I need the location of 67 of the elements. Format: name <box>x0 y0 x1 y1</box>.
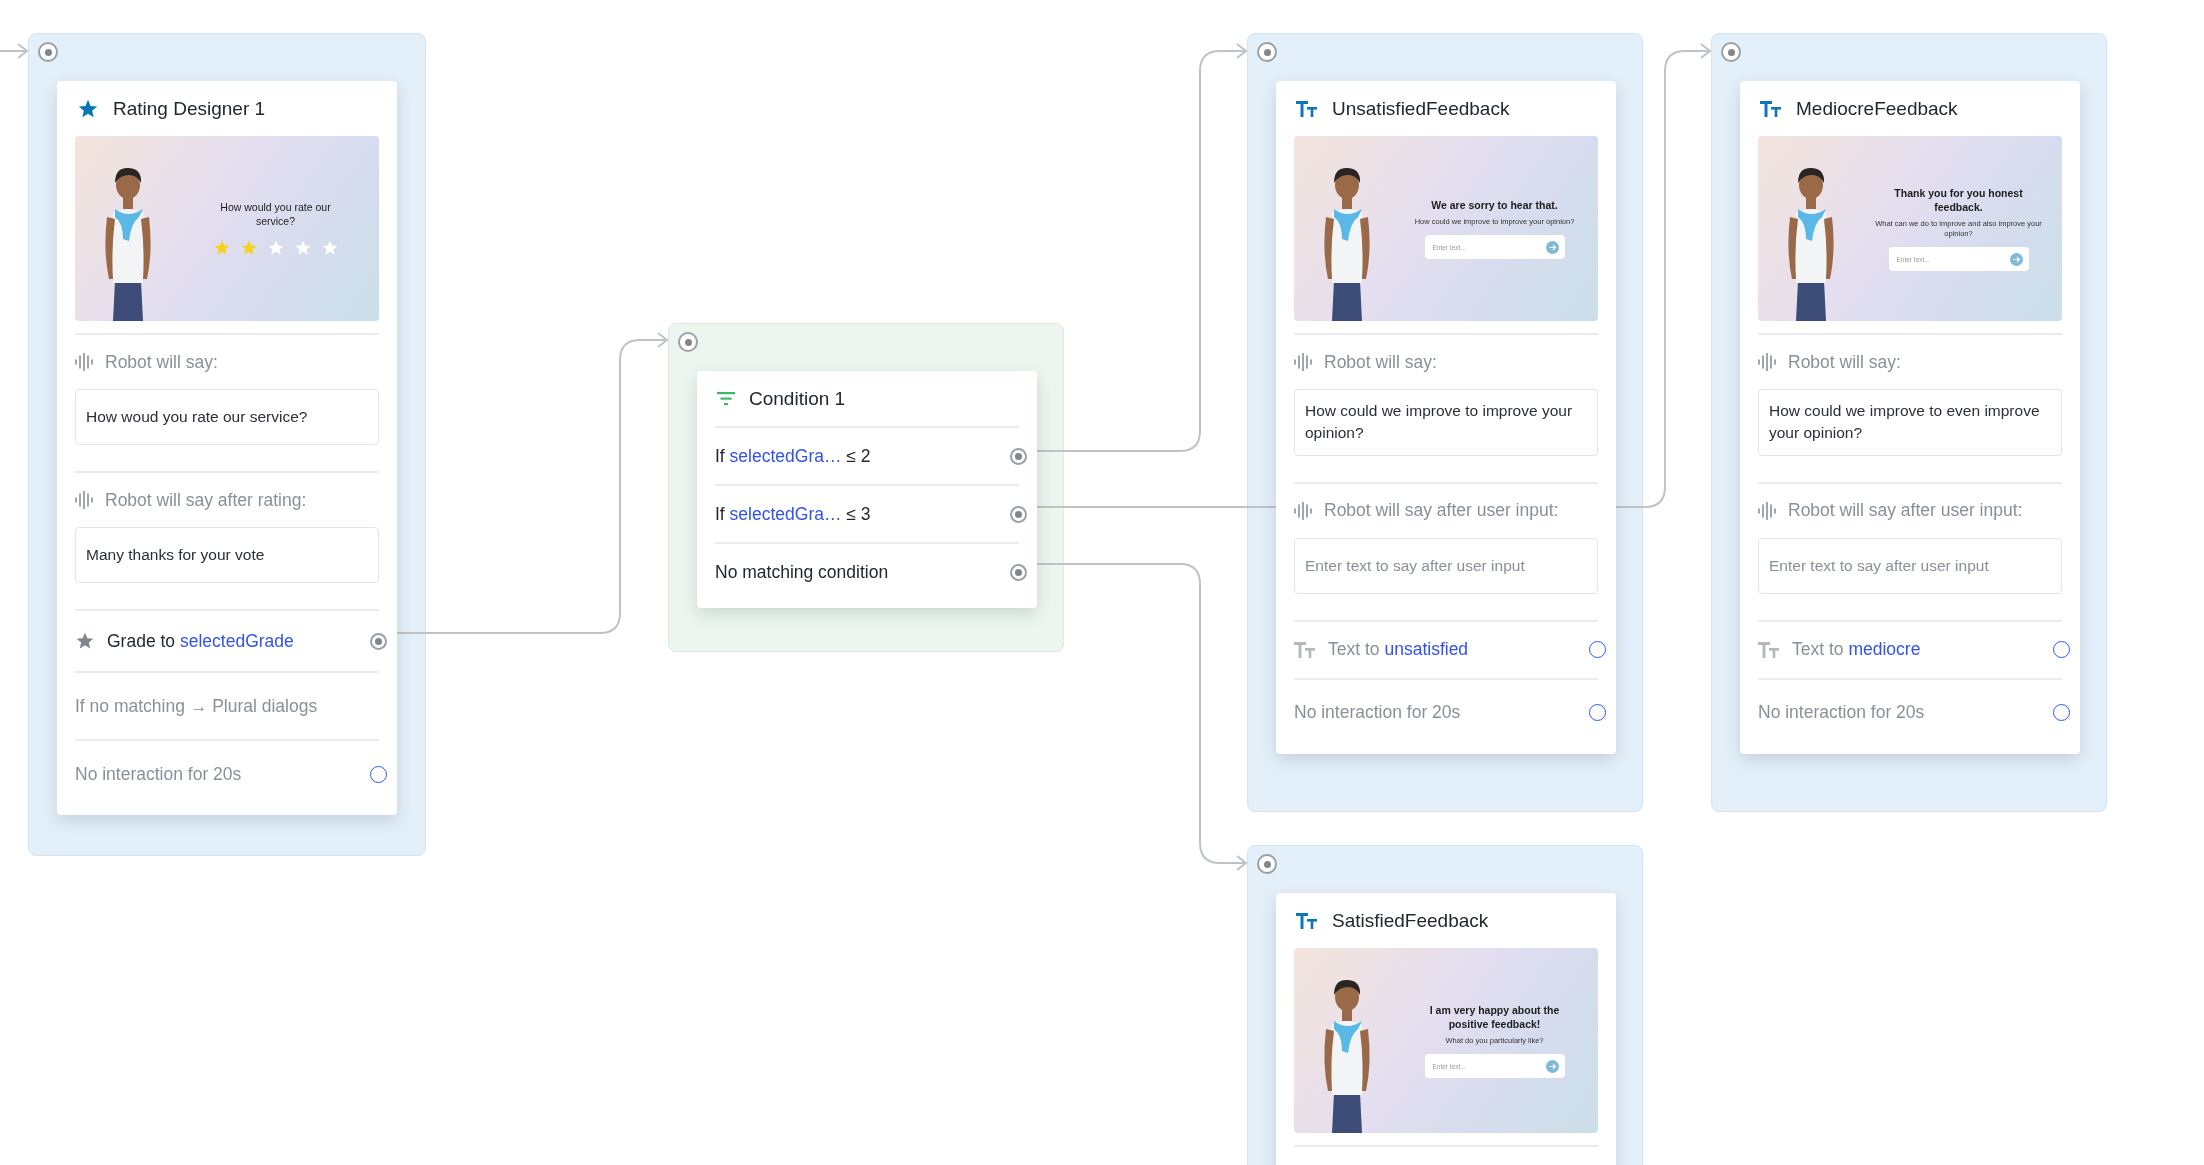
node-title: SatisfiedFeedback <box>1332 909 1489 932</box>
node-title: Rating Designer 1 <box>113 97 266 120</box>
text-target-label: Text to mediocre <box>1792 639 1922 661</box>
connection-port[interactable] <box>1589 704 1606 722</box>
text-field[interactable]: How could we improve to even improve your opinion? <box>1758 389 2062 456</box>
fallback-note: If no matching → Plural dialogs <box>75 695 319 717</box>
star-icon <box>293 239 312 258</box>
star-icon <box>239 239 258 258</box>
preview-heading: Thank you for you honest feedback. <box>1893 185 2024 215</box>
text-target-label: Text to unsatisfied <box>1328 639 1470 661</box>
text-field[interactable]: Enter text to say after user input <box>1758 537 2062 594</box>
text-size-icon <box>1296 911 1318 930</box>
input-port[interactable] <box>1257 854 1277 874</box>
text-field[interactable]: How woud you rate our service? <box>75 389 379 445</box>
filter-icon <box>717 391 735 406</box>
sound-wave-icon <box>75 353 93 371</box>
text-size-icon <box>1296 99 1318 118</box>
connection-port[interactable] <box>1010 563 1027 581</box>
send-icon <box>2009 252 2023 266</box>
input-port[interactable] <box>678 332 698 352</box>
sound-wave-icon <box>1758 501 1776 520</box>
timeout-label: No interaction for 20s <box>75 763 243 785</box>
connection-port[interactable] <box>1010 447 1027 465</box>
sound-wave-icon <box>1294 353 1312 371</box>
section-label: Robot will say: <box>1324 351 1437 373</box>
text-field[interactable]: How could we improve to improve your opinion? <box>1294 389 1598 456</box>
send-icon <box>1545 240 1559 254</box>
text-size-icon <box>1294 640 1316 659</box>
connector-arrow <box>0 43 29 59</box>
text-field[interactable]: Enter text to say after user input <box>1294 537 1598 594</box>
section-label: Robot will say: <box>105 351 218 373</box>
connection-port[interactable] <box>2053 704 2070 722</box>
node-title: UnsatisfiedFeedback <box>1332 97 1510 120</box>
section-label: Robot will say after user input: <box>1788 500 2023 522</box>
timeout-label: No interaction for 20s <box>1294 702 1462 724</box>
text-field[interactable]: Many thanks for your vote <box>75 527 379 583</box>
node-title: MediocreFeedback <box>1796 97 1958 120</box>
grade-label: Grade to selectedGrade <box>107 630 295 652</box>
preview-heading: We are sorry to hear that. <box>1431 197 1558 212</box>
input-port[interactable] <box>38 42 58 62</box>
send-icon <box>1545 1059 1559 1073</box>
connection-port[interactable] <box>370 632 387 650</box>
timeout-label: No interaction for 20s <box>1758 702 1926 724</box>
condition-rule: No matching condition <box>715 561 890 583</box>
connection-port[interactable] <box>370 765 387 783</box>
condition-rule: If selectedGra… ≤ 3 <box>715 503 872 525</box>
star-icon <box>212 239 231 258</box>
star-icon <box>75 631 95 651</box>
text-size-icon <box>1760 99 1782 118</box>
sound-wave-icon <box>1758 353 1776 371</box>
sound-wave-icon <box>1294 501 1312 520</box>
section-label: Robot will say: <box>1788 351 1901 373</box>
star-icon <box>266 239 285 258</box>
section-label: Robot will say after user input: <box>1324 500 1559 522</box>
star-icon <box>320 239 339 258</box>
condition-rule: If selectedGra… ≤ 2 <box>715 445 872 467</box>
node-title: Condition 1 <box>749 387 846 410</box>
input-port[interactable] <box>1721 42 1741 62</box>
preview-heading: I am very happy about the positive feedback! <box>1428 1002 1561 1031</box>
section-label: Robot will say after rating: <box>105 489 307 511</box>
text-size-icon <box>1758 640 1780 659</box>
connection-port[interactable] <box>1589 641 1606 659</box>
sound-wave-icon <box>75 491 93 509</box>
preview-question: How would you rate our service? <box>219 199 332 229</box>
input-port[interactable] <box>1257 42 1277 62</box>
connection-port[interactable] <box>2053 641 2070 659</box>
connection-port[interactable] <box>1010 505 1027 523</box>
